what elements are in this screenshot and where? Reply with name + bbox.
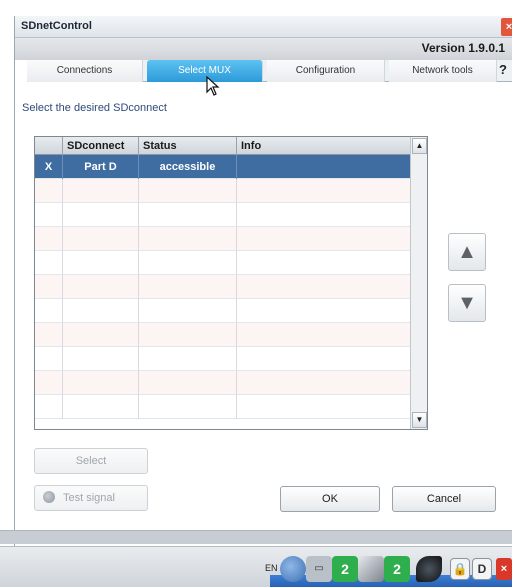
header-band: Version 1.9.0.1 [15,38,512,60]
table-row-empty[interactable] [35,179,411,203]
table-row-empty[interactable] [35,371,411,395]
version-label: Version 1.9.0.1 [421,41,505,55]
cancel-button[interactable]: Cancel [392,486,496,512]
table-cell-empty [139,347,237,371]
table-row-empty[interactable] [35,227,411,251]
d-key-icon[interactable]: D [472,558,492,580]
table-cell-empty [35,395,63,419]
move-down-button[interactable]: ▼ [448,284,486,322]
network-icon[interactable] [280,556,306,582]
table-cell-empty [237,251,411,275]
table-row-empty[interactable] [35,203,411,227]
table-cell-empty [237,299,411,323]
table-cell-empty [35,323,63,347]
table-cell-empty [237,179,411,203]
table-cell-empty [139,299,237,323]
table-header: SDconnect Status Info [35,137,411,155]
tab-bar: Connections Select MUX Configuration Net… [27,60,512,82]
table-cell-empty [139,251,237,275]
table-cell-empty [63,179,139,203]
table-cell-empty [139,395,237,419]
signal-icon [43,491,55,503]
table-row-empty[interactable] [35,275,411,299]
table-cell-empty [63,203,139,227]
window-bottom-border [0,530,512,544]
table-cell-empty [63,275,139,299]
move-up-button[interactable]: ▲ [448,233,486,271]
table-cell-empty [63,251,139,275]
table-cell-empty [35,179,63,203]
table-cell-empty [139,227,237,251]
table-row-empty[interactable] [35,395,411,419]
close-icon[interactable]: × [501,18,512,36]
tab-select-mux[interactable]: Select MUX [147,60,263,82]
table-cell-empty [63,299,139,323]
test-signal-button[interactable]: Test signal [34,485,148,511]
cell-sdconnect: Part D [63,155,139,179]
table-cell-empty [139,275,237,299]
ok-button[interactable]: OK [280,486,380,512]
table-cell-empty [237,227,411,251]
table-row-empty[interactable] [35,323,411,347]
table-cell-empty [35,371,63,395]
cell-info [237,155,411,179]
tab-network-tools[interactable]: Network tools [389,60,497,82]
table-cell-empty [237,371,411,395]
select-button[interactable]: Select [34,448,148,474]
tab-connections[interactable]: Connections [27,60,143,82]
select-prompt: Select the desired SDconnect [22,102,167,114]
table-cell-empty [63,347,139,371]
table-cell-empty [35,203,63,227]
scroll-up-icon[interactable]: ▲ [412,138,427,154]
close-red-icon[interactable]: × [496,558,512,580]
green-app-icon-2[interactable]: 2 [384,556,410,582]
monitor-icon[interactable]: ▭ [306,556,332,582]
table-cell-empty [139,179,237,203]
sdconnect-table: SDconnect Status Info X Part D accessibl… [34,136,428,430]
column-header-status[interactable]: Status [139,137,237,155]
table-cell-empty [237,395,411,419]
column-header-sdconnect[interactable]: SDconnect [63,137,139,155]
table-row-empty[interactable] [35,251,411,275]
table-cell-empty [35,251,63,275]
lock-icon[interactable]: 🔒 [450,558,470,580]
table-cell-empty [63,323,139,347]
table-cell-empty [139,203,237,227]
table-scrollbar[interactable]: ▲ ▼ [410,137,427,429]
table-cell-empty [237,347,411,371]
scroll-down-icon[interactable]: ▼ [412,412,427,428]
language-indicator[interactable]: EN [265,563,278,573]
test-signal-label: Test signal [63,492,115,504]
table-cell-empty [35,299,63,323]
column-header-mark[interactable] [35,137,63,155]
table-cell-empty [139,371,237,395]
plug-icon[interactable] [416,556,442,582]
table-cell-empty [35,347,63,371]
table-cell-empty [237,323,411,347]
green-app-icon[interactable]: 2 [332,556,358,582]
table-body: X Part D accessible [35,155,411,419]
table-cell-empty [237,203,411,227]
cell-status: accessible [139,155,237,179]
window-title: SDnetControl [21,20,92,32]
table-row-empty[interactable] [35,347,411,371]
tab-configuration[interactable]: Configuration [267,60,385,82]
table-row-empty[interactable] [35,299,411,323]
row-mark: X [35,155,63,179]
pen-tool-icon[interactable] [358,556,384,582]
table-cell-empty [63,227,139,251]
help-icon[interactable]: ? [495,60,511,82]
column-header-info[interactable]: Info [237,137,411,155]
table-cell-empty [35,275,63,299]
table-row[interactable]: X Part D accessible [35,155,411,179]
table-cell-empty [237,275,411,299]
title-bar[interactable]: SDnetControl × [15,16,512,38]
mouse-cursor-icon [206,76,220,96]
table-cell-empty [139,323,237,347]
table-cell-empty [63,395,139,419]
table-cell-empty [63,371,139,395]
table-cell-empty [35,227,63,251]
